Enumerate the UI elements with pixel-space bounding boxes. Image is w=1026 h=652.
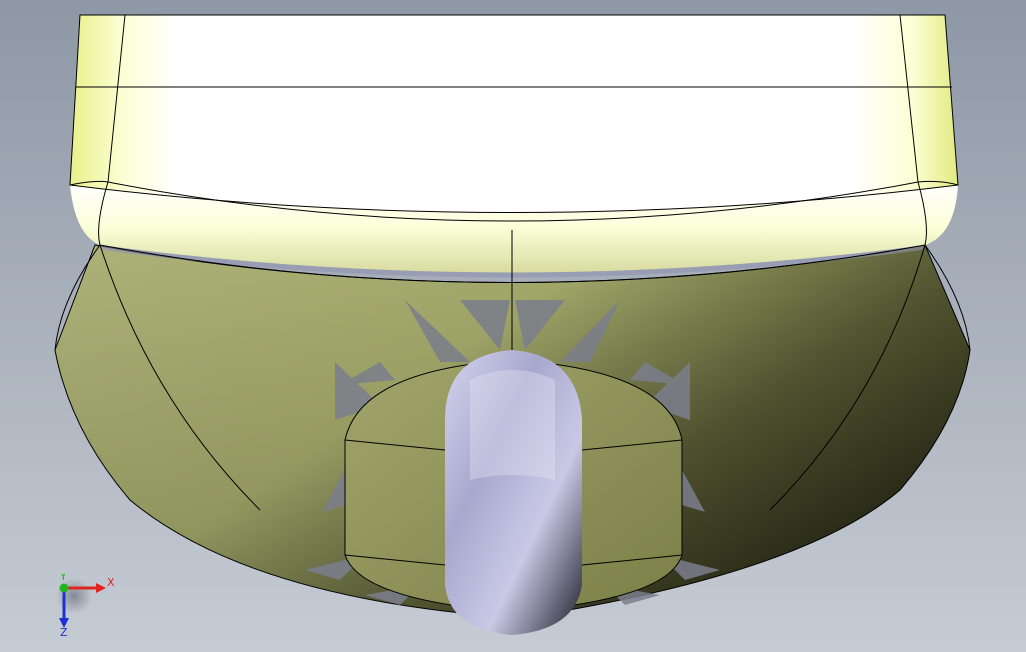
- wheel-highlight: [470, 370, 555, 480]
- body-top-shell: [69, 14, 959, 213]
- model-view[interactable]: [0, 0, 1026, 652]
- x-axis-label: X: [107, 576, 115, 589]
- graphics-viewport[interactable]: X Y Z: [0, 0, 1026, 652]
- triad-graphic: X Y Z: [56, 570, 115, 639]
- y-axis-label: Y: [59, 574, 67, 583]
- z-axis-label: Z: [60, 626, 68, 638]
- x-axis-arrow-icon: [96, 583, 106, 593]
- y-axis-dot-icon: [59, 583, 69, 593]
- coordinate-triad: X Y Z: [52, 570, 116, 639]
